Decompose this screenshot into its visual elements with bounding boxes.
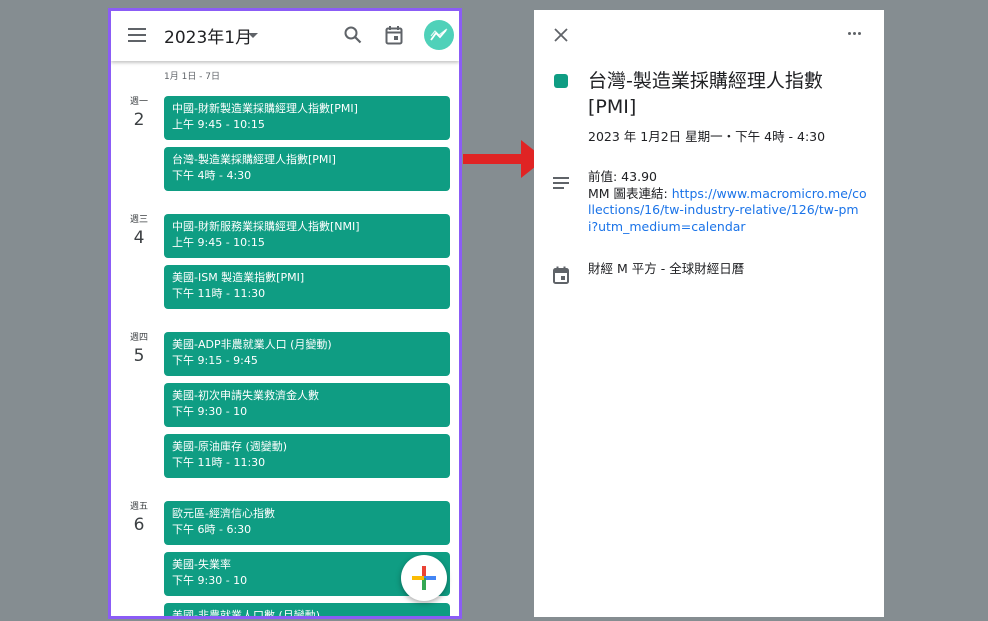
- event-datetime: 2023 年 1月2日 星期一・下午 4時 - 4:30: [588, 129, 826, 144]
- event-card[interactable]: 台灣-製造業採購經理人指數[PMI] 下午 4時 - 4:30: [164, 147, 450, 191]
- event-time: 下午 6時 - 6:30: [172, 523, 252, 536]
- event-card[interactable]: 中國-財新製造業採購經理人指數[PMI] 上午 9:45 - 10:15: [164, 96, 450, 140]
- event-title: 美國-非農就業人口數 (月變動): [172, 609, 321, 619]
- day-number[interactable]: 5: [120, 346, 158, 366]
- plus-icon: [412, 566, 436, 590]
- event-title: 美國-ISM 製造業指數[PMI]: [172, 271, 305, 284]
- calendar-schedule-screen: 2023年1月 1月 1日 - 7日 週一 2 中國-財新製造業採購經理人指數[…: [108, 8, 462, 619]
- chart-link-label: MM 圖表連結:: [588, 185, 672, 201]
- today-calendar-icon[interactable]: [385, 25, 403, 45]
- event-title: 美國-ADP非農就業人口 (月變動): [172, 338, 332, 351]
- event-card[interactable]: 美國-ADP非農就業人口 (月變動) 下午 9:15 - 9:45: [164, 332, 450, 376]
- event-title: 美國-初次申請失業救濟金人數: [172, 389, 319, 402]
- month-title[interactable]: 2023年1月: [164, 23, 252, 48]
- event-card[interactable]: 中國-財新服務業採購經理人指數[NMI] 上午 9:45 - 10:15: [164, 214, 450, 258]
- day-name: 週四: [129, 333, 148, 343]
- event-detail-screen: 台灣-製造業採購經理人指數[PMI] 2023 年 1月2日 星期一・下午 4時…: [534, 10, 884, 617]
- day-name: 週五: [129, 502, 148, 512]
- day-number[interactable]: 2: [120, 110, 158, 130]
- event-card[interactable]: 美國-初次申請失業救濟金人數 下午 9:30 - 10: [164, 383, 450, 427]
- event-title: 美國-原油庫存 (週變動): [172, 440, 288, 453]
- calendar-name: 財經 M 平方 - 全球財經日曆: [588, 261, 745, 276]
- app-bar: 2023年1月: [111, 11, 459, 61]
- menu-icon[interactable]: [128, 28, 146, 42]
- event-title: 歐元區-經濟信心指數: [172, 507, 275, 520]
- event-time: 上午 9:45 - 10:15: [172, 236, 265, 249]
- day-name: 週三: [129, 215, 148, 225]
- red-arrow-icon: [463, 140, 545, 178]
- more-options-icon[interactable]: [848, 32, 864, 36]
- previous-value: 前值: 43.90: [588, 169, 657, 184]
- event-title: 台灣-製造業採購經理人指數[PMI]: [172, 153, 336, 166]
- chart-link-line: MM 圖表連結: https://www.macromicro.me/colle…: [588, 186, 868, 236]
- search-icon[interactable]: [343, 25, 363, 45]
- event-detail-title: 台灣-製造業採購經理人指數[PMI]: [588, 70, 823, 118]
- event-color-indicator: [554, 74, 568, 88]
- day-name: 週一: [129, 97, 148, 107]
- chevron-down-icon[interactable]: [248, 33, 258, 38]
- event-time: 下午 11時 - 11:30: [172, 456, 266, 469]
- event-card[interactable]: 美國-ISM 製造業指數[PMI] 下午 11時 - 11:30: [164, 265, 450, 309]
- event-time: 下午 11時 - 11:30: [172, 287, 266, 300]
- week-range-label: 1月 1日 - 7日: [164, 72, 221, 82]
- event-title: 中國-財新製造業採購經理人指數[PMI]: [172, 102, 358, 115]
- day-number[interactable]: 4: [120, 228, 158, 248]
- event-time: 上午 9:45 - 10:15: [172, 118, 265, 131]
- close-icon[interactable]: [554, 28, 568, 42]
- event-card[interactable]: 美國-非農就業人口數 (月變動): [164, 603, 450, 619]
- event-time: 下午 9:15 - 9:45: [172, 354, 258, 367]
- event-description: 前值: 43.90 MM 圖表連結: https://www.macromicr…: [588, 169, 868, 235]
- event-card[interactable]: 美國-原油庫存 (週變動) 下午 11時 - 11:30: [164, 434, 450, 478]
- event-time: 下午 4時 - 4:30: [172, 169, 252, 182]
- add-event-button[interactable]: [401, 555, 447, 601]
- event-time: 下午 9:30 - 10: [172, 405, 248, 418]
- day-number[interactable]: 6: [120, 515, 158, 535]
- event-card[interactable]: 歐元區-經濟信心指數 下午 6時 - 6:30: [164, 501, 450, 545]
- description-icon: [553, 177, 569, 189]
- event-title: 中國-財新服務業採購經理人指數[NMI]: [172, 220, 360, 233]
- avatar[interactable]: [424, 20, 454, 50]
- calendar-icon: [553, 266, 569, 284]
